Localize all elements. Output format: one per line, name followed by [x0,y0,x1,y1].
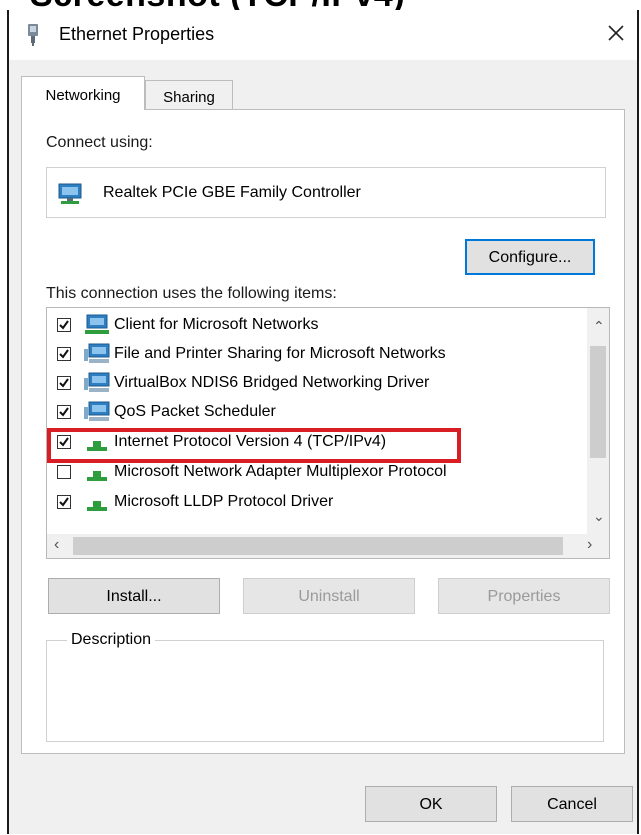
network-adapter-icon [58,183,82,204]
scroll-left-icon[interactable]: ‹ [54,536,59,554]
title-bar: Ethernet Properties [9,10,637,60]
adapter-name: Realtek PCIe GBE Family Controller [103,184,361,201]
description-label: Description [67,631,156,649]
scroll-down-icon[interactable]: ⌄ [593,508,605,525]
ethernet-plug-icon [28,24,38,46]
item-checkbox[interactable] [57,376,71,390]
uninstall-button[interactable]: Uninstall [243,578,415,614]
tab-sharing[interactable]: Sharing [145,80,233,110]
ok-button[interactable]: OK [365,786,497,822]
adapter-field: Realtek PCIe GBE Family Controller [46,167,606,218]
horizontal-scroll-thumb[interactable] [73,537,563,555]
list-item[interactable]: File and Printer Sharing for Microsoft N… [47,340,587,370]
connect-using-label: Connect using: [46,134,153,151]
close-icon[interactable] [601,18,631,48]
items-label: This connection uses the following items… [46,285,337,302]
list-item[interactable]: QoS Packet Scheduler [47,398,587,428]
item-checkbox[interactable] [57,318,71,332]
install-button[interactable]: Install... [48,578,220,614]
item-label: Client for Microsoft Networks [114,316,319,333]
scroll-up-icon[interactable]: ⌃ [593,318,605,335]
item-checkbox[interactable] [57,495,71,509]
horizontal-scrollbar[interactable]: ‹ › [47,534,609,558]
item-checkbox[interactable] [57,405,71,419]
list-item[interactable]: VirtualBox NDIS6 Bridged Networking Driv… [47,369,587,399]
network-service-icon [84,401,110,421]
configure-button[interactable]: Configure... [465,239,595,275]
item-label: Microsoft LLDP Protocol Driver [114,493,334,510]
scroll-right-icon[interactable]: › [587,536,592,554]
dialog-window: Ethernet Properties Networking Sharing C… [7,10,639,834]
network-service-icon [84,372,110,392]
item-label: File and Printer Sharing for Microsoft N… [114,345,446,362]
clipped-header-text: Screenshot (TCP/IPv4) [0,0,641,10]
item-label: QoS Packet Scheduler [114,403,276,420]
properties-button[interactable]: Properties [438,578,610,614]
item-label: Microsoft Network Adapter Multiplexor Pr… [114,463,447,480]
vertical-scrollbar[interactable]: ⌃ ⌄ [587,308,609,534]
protocol-icon [87,471,107,481]
vertical-scroll-thumb[interactable] [590,346,606,458]
list-item[interactable]: Microsoft LLDP Protocol Driver [47,488,587,518]
item-label: VirtualBox NDIS6 Bridged Networking Driv… [114,374,430,391]
network-client-icon [85,314,109,334]
highlight-box [47,428,461,463]
description-group: Description [46,631,604,742]
list-item[interactable]: Client for Microsoft Networks [47,311,587,341]
network-service-icon [84,343,110,363]
item-checkbox[interactable] [57,465,71,479]
item-checkbox[interactable] [57,347,71,361]
tab-networking[interactable]: Networking [21,76,145,110]
cancel-button[interactable]: Cancel [511,786,633,822]
window-title: Ethernet Properties [59,24,215,44]
protocol-icon [87,501,107,511]
